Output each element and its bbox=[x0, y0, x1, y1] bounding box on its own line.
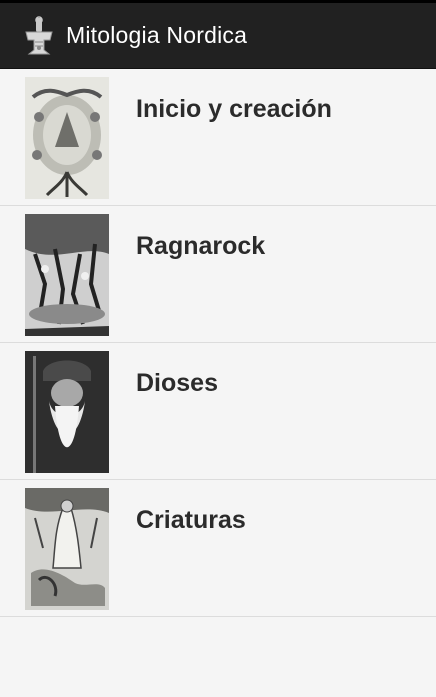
list-item-label: Dioses bbox=[136, 369, 218, 397]
mjolnir-icon[interactable] bbox=[22, 15, 56, 56]
list-item-criaturas[interactable]: Criaturas bbox=[0, 480, 436, 617]
ragnarok-image bbox=[25, 214, 109, 336]
app-title: Mitologia Nordica bbox=[66, 22, 248, 48]
yggdrasil-image bbox=[25, 77, 109, 199]
creatures-image bbox=[25, 488, 109, 610]
list-item-ragnarock[interactable]: Ragnarock bbox=[0, 206, 436, 343]
list-item-inicio[interactable]: Inicio y creación bbox=[0, 69, 436, 206]
action-bar: Mitologia Nordica bbox=[0, 3, 436, 69]
list-item-label: Inicio y creación bbox=[136, 95, 332, 123]
list-item-label: Criaturas bbox=[136, 506, 246, 534]
list-item-dioses[interactable]: Dioses bbox=[0, 343, 436, 480]
odin-image bbox=[25, 351, 109, 473]
menu-list: Inicio y creación Ragnarock Dioses Criat… bbox=[0, 69, 436, 617]
list-item-label: Ragnarock bbox=[136, 232, 266, 260]
